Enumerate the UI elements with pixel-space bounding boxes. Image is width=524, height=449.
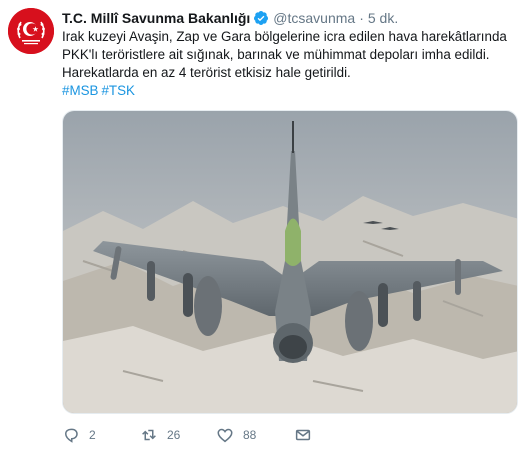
retweet-button[interactable]: 26 — [140, 424, 216, 446]
like-button[interactable]: 88 — [216, 424, 294, 446]
retweet-icon — [142, 429, 156, 441]
reply-button[interactable]: 2 — [62, 424, 140, 446]
verified-badge-icon — [253, 10, 269, 26]
tweet-actions: 2 26 88 — [62, 424, 324, 446]
reply-icon — [64, 428, 78, 443]
avatar[interactable] — [8, 8, 54, 54]
hashtag-list: #MSB #TSK — [62, 82, 518, 100]
handle[interactable]: @tcsavunma — [273, 8, 355, 28]
tweet[interactable]: T.C. Millî Savunma Bakanlığı @tcsavunma … — [0, 0, 524, 449]
timestamp[interactable]: 5 dk. — [368, 8, 398, 28]
msb-emblem-icon — [8, 8, 54, 54]
retweet-count: 26 — [167, 428, 181, 442]
heart-icon — [217, 428, 233, 443]
hashtag-tsk[interactable]: #TSK — [101, 83, 135, 98]
display-name[interactable]: T.C. Millî Savunma Bakanlığı — [62, 8, 250, 28]
separator-dot: · — [359, 10, 364, 26]
fighter-jet-photo-icon — [63, 111, 517, 413]
envelope-icon — [295, 429, 311, 441]
direct-message-button[interactable] — [294, 424, 324, 446]
tweet-text: Irak kuzeyi Avaşin, Zap ve Gara bölgeler… — [62, 29, 507, 80]
reply-count: 2 — [89, 428, 96, 442]
tweet-photo[interactable] — [62, 110, 518, 414]
hashtag-msb[interactable]: #MSB — [62, 83, 98, 98]
tweet-header: T.C. Millî Savunma Bakanlığı @tcsavunma … — [62, 8, 518, 28]
like-count: 88 — [243, 428, 257, 442]
